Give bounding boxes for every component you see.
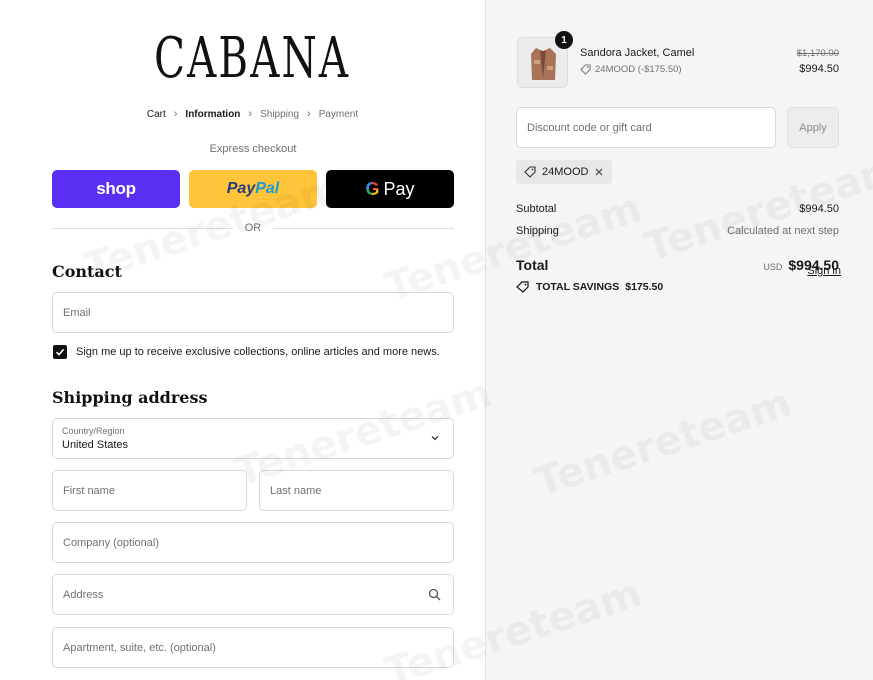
breadcrumb-shipping: Shipping bbox=[260, 108, 300, 120]
company-placeholder: Company (optional) bbox=[63, 536, 159, 549]
total-label: Total bbox=[516, 257, 549, 273]
savings-label: TOTAL SAVINGS bbox=[536, 281, 620, 293]
discount-code-placeholder: Discount code or gift card bbox=[527, 121, 652, 134]
subtotal-row: Subtotal $994.50 bbox=[516, 203, 839, 215]
email-placeholder: Email bbox=[63, 306, 91, 319]
original-price: $1,170.00 bbox=[796, 48, 839, 59]
breadcrumb-cart[interactable]: Cart bbox=[147, 109, 166, 120]
cart-line-item: 1 Sandora Jacket, Camel 24MOOD (-$175.50… bbox=[517, 31, 839, 89]
google-pay-button[interactable]: G Pay bbox=[326, 170, 454, 208]
brand-logo[interactable]: CABANA bbox=[0, 24, 505, 94]
savings-value: $175.50 bbox=[625, 281, 664, 293]
subtotal-value: $994.50 bbox=[799, 203, 839, 215]
company-field[interactable]: Company (optional) bbox=[52, 522, 454, 563]
divider-line bbox=[273, 227, 454, 229]
product-discount: 24MOOD (-$175.50) bbox=[580, 64, 682, 75]
currency-code: USD bbox=[763, 262, 783, 272]
newsletter-label: Sign me up to receive exclusive collecti… bbox=[76, 346, 440, 358]
address-field[interactable]: Address bbox=[52, 574, 454, 615]
shipping-value: Calculated at next step bbox=[727, 225, 839, 237]
google-g-icon: G bbox=[365, 178, 380, 199]
breadcrumb: Cart › Information › Shipping › Payment bbox=[0, 108, 505, 120]
or-label: OR bbox=[244, 222, 262, 234]
divider-line bbox=[52, 227, 233, 229]
discounted-price: $994.50 bbox=[799, 63, 839, 75]
quantity-badge: 1 bbox=[555, 31, 573, 49]
chevron-right-icon: › bbox=[248, 108, 253, 120]
newsletter-row[interactable]: Sign me up to receive exclusive collecti… bbox=[53, 345, 440, 359]
apartment-field[interactable]: Apartment, suite, etc. (optional) bbox=[52, 627, 454, 668]
first-name-field[interactable]: First name bbox=[52, 470, 247, 511]
last-name-placeholder: Last name bbox=[270, 484, 322, 497]
breadcrumb-payment: Payment bbox=[318, 108, 359, 120]
product-name: Sandora Jacket, Camel bbox=[580, 47, 695, 59]
shop-pay-button[interactable]: shop bbox=[52, 170, 180, 208]
email-field[interactable]: Email bbox=[52, 292, 454, 333]
product-discount-label: 24MOOD (-$175.50) bbox=[595, 64, 682, 75]
country-select[interactable]: Country/Region United States bbox=[52, 418, 454, 459]
search-icon bbox=[428, 588, 441, 601]
shipping-address-title: Shipping address bbox=[52, 388, 208, 407]
chevron-right-icon: › bbox=[173, 108, 178, 120]
apply-button[interactable]: Apply bbox=[787, 107, 839, 148]
total-savings: TOTAL SAVINGS $175.50 bbox=[516, 281, 663, 293]
or-divider: OR bbox=[52, 222, 454, 234]
discount-code-input[interactable]: Discount code or gift card bbox=[516, 107, 776, 148]
newsletter-checkbox[interactable] bbox=[53, 345, 67, 359]
first-name-placeholder: First name bbox=[63, 484, 115, 497]
paypal-logo-part2: Pal bbox=[255, 180, 280, 197]
address-placeholder: Address bbox=[63, 588, 104, 601]
paypal-button[interactable]: Pay Pal bbox=[189, 170, 317, 208]
applied-discount-tag: 24MOOD bbox=[516, 160, 613, 184]
express-checkout-label: Express checkout bbox=[209, 143, 297, 155]
applied-discount-code: 24MOOD bbox=[542, 166, 589, 178]
savings-tag-icon bbox=[516, 281, 529, 293]
shipping-label: Shipping bbox=[516, 225, 559, 237]
subtotal-label: Subtotal bbox=[516, 203, 557, 215]
total-row: Total USD $994.50 bbox=[516, 257, 839, 273]
checkmark-icon bbox=[55, 348, 65, 356]
last-name-field[interactable]: Last name bbox=[259, 470, 454, 511]
apartment-placeholder: Apartment, suite, etc. (optional) bbox=[63, 641, 216, 654]
country-label: Country/Region bbox=[62, 426, 125, 436]
total-value: $994.50 bbox=[788, 257, 839, 273]
country-value: United States bbox=[62, 439, 129, 451]
shipping-row: Shipping Calculated at next step bbox=[516, 225, 839, 237]
tag-icon bbox=[524, 166, 536, 178]
google-pay-label: Pay bbox=[383, 178, 415, 199]
chevron-down-icon bbox=[431, 436, 439, 441]
tag-icon bbox=[580, 64, 591, 75]
shop-pay-logo: shop bbox=[96, 179, 136, 198]
express-checkout-buttons: shop Pay Pal G Pay bbox=[52, 170, 454, 208]
contact-title: Contact bbox=[52, 262, 122, 281]
chevron-right-icon: › bbox=[307, 108, 311, 120]
order-summary-panel bbox=[486, 0, 873, 680]
breadcrumb-information: Information bbox=[185, 108, 241, 120]
paypal-logo-part1: Pay bbox=[226, 180, 256, 197]
close-icon[interactable] bbox=[594, 167, 604, 177]
total-amount: USD $994.50 bbox=[763, 257, 839, 273]
brand-logo-text: CABANA bbox=[154, 26, 351, 91]
